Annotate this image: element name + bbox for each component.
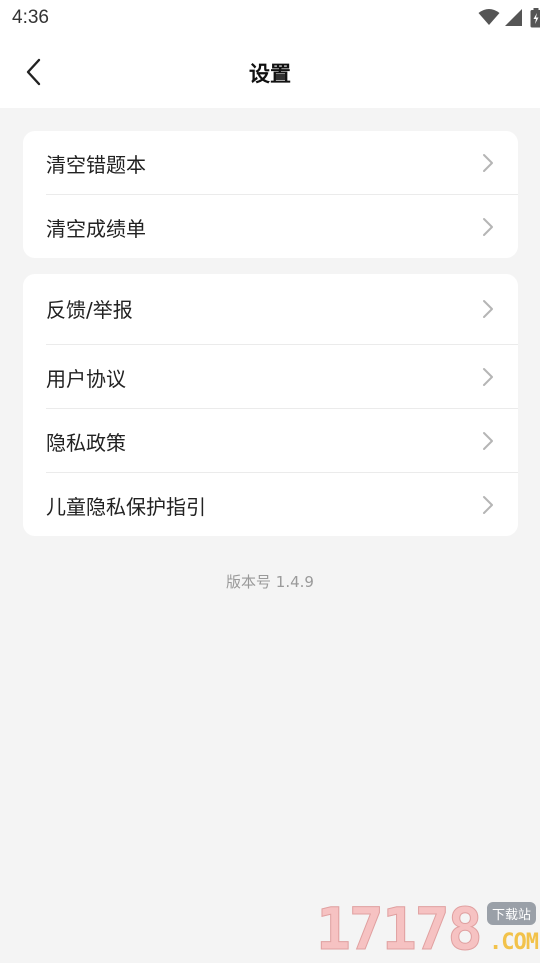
nav-bar: 设置 <box>0 36 540 108</box>
privacy-policy-item[interactable]: 隐私政策 <box>23 409 518 472</box>
feedback-report-item[interactable]: 反馈/举报 <box>23 274 518 344</box>
battery-charging-icon <box>530 8 540 28</box>
clear-scores-label: 清空成绩单 <box>46 213 146 242</box>
chevron-right-icon <box>482 431 494 451</box>
status-time: 4:36 <box>12 7 49 29</box>
feedback-report-label: 反馈/举报 <box>46 294 133 323</box>
watermark-logo: 17178 下载站 .COM <box>316 898 540 960</box>
child-privacy-guide-label: 儿童隐私保护指引 <box>46 491 206 520</box>
child-privacy-guide-item[interactable]: 儿童隐私保护指引 <box>23 473 518 536</box>
watermark-domain: .COM <box>489 930 538 955</box>
version-text: 版本号 1.4.9 <box>0 571 540 592</box>
chevron-right-icon <box>482 153 494 173</box>
chevron-right-icon <box>482 367 494 387</box>
user-agreement-label: 用户协议 <box>46 363 126 392</box>
watermark-badge: 下载站 <box>487 902 536 925</box>
clear-wrong-questions-item[interactable]: 清空错题本 <box>23 131 518 194</box>
privacy-policy-label: 隐私政策 <box>46 427 126 456</box>
chevron-right-icon <box>482 217 494 237</box>
page-title: 设置 <box>0 58 540 88</box>
watermark-digits: 17178 <box>316 898 481 960</box>
chevron-right-icon <box>482 299 494 319</box>
wifi-icon <box>478 8 500 26</box>
chevron-right-icon <box>482 495 494 515</box>
settings-group-legal: 反馈/举报 用户协议 隐私政策 儿童隐私保护指引 <box>23 274 518 536</box>
clear-scores-item[interactable]: 清空成绩单 <box>23 195 518 258</box>
settings-group-data: 清空错题本 清空成绩单 <box>23 131 518 258</box>
user-agreement-item[interactable]: 用户协议 <box>23 345 518 408</box>
cell-signal-icon <box>504 8 523 26</box>
clear-wrong-questions-label: 清空错题本 <box>46 149 146 178</box>
status-bar: 4:36 <box>0 0 540 36</box>
